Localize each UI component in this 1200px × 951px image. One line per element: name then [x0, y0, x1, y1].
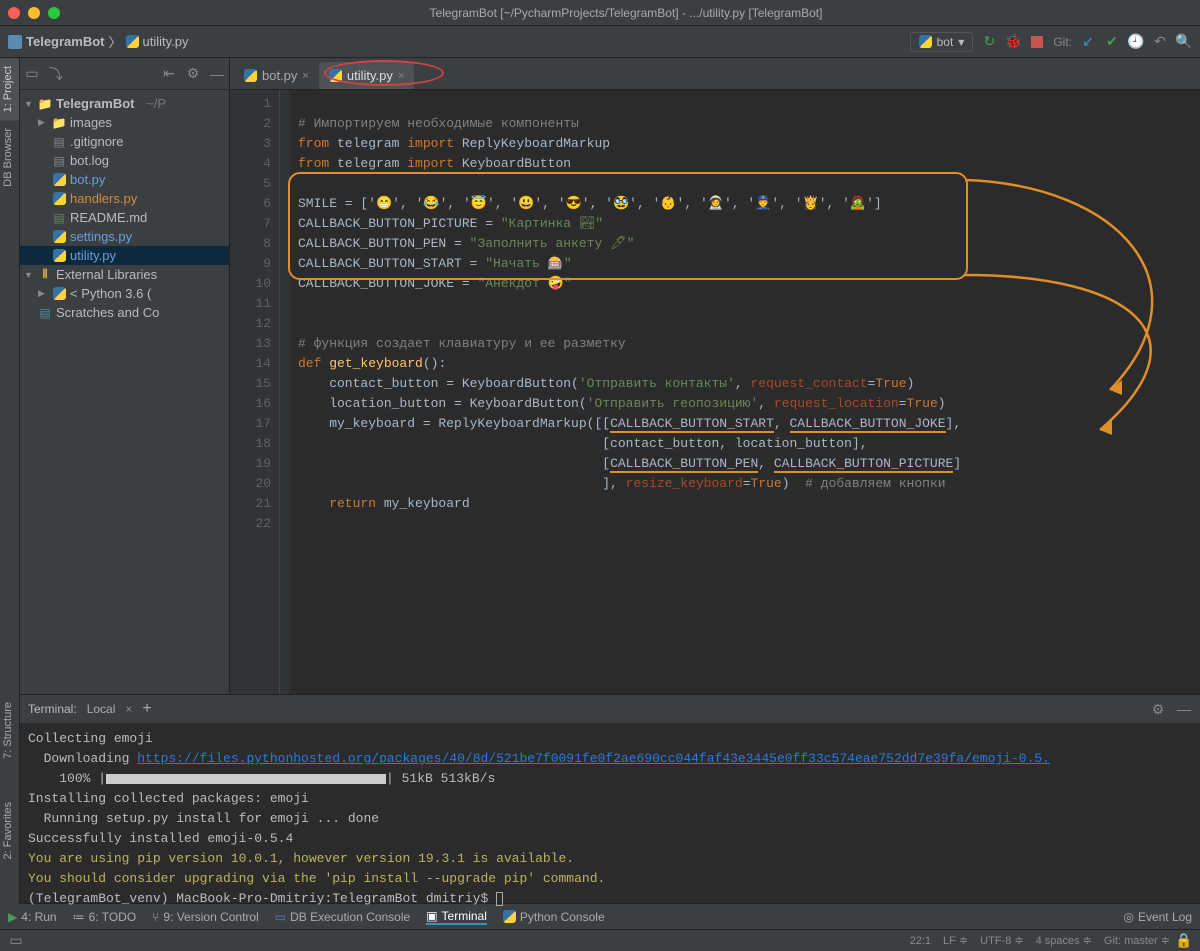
- git-label: Git:: [1053, 35, 1072, 49]
- breadcrumb-project[interactable]: TelegramBot: [26, 34, 105, 49]
- project-view-icon[interactable]: ▭: [24, 66, 40, 82]
- tree-file-gitignore[interactable]: ▤.gitignore: [20, 132, 229, 151]
- project-panel-header: ▭ ⤵ ⇤ ⚙ —: [20, 58, 229, 90]
- todo-tool-tab[interactable]: ≔6: TODO: [73, 910, 137, 924]
- favorites-tool-tab[interactable]: 2: Favorites: [0, 794, 16, 867]
- search-icon[interactable]: 🔍: [1176, 34, 1192, 50]
- debug-icon[interactable]: 🐞: [1005, 34, 1021, 50]
- python-console-tool-tab[interactable]: Python Console: [503, 910, 605, 924]
- line-numbers[interactable]: 1 2 3 4 5 6 7 8 9 10 11 12 13 14 15 16 1…: [230, 90, 280, 694]
- tree-file-readme[interactable]: ▤README.md: [20, 208, 229, 227]
- window-controls: [8, 7, 60, 19]
- window-title: TelegramBot [~/PycharmProjects/TelegramB…: [60, 6, 1192, 20]
- tree-external-libs[interactable]: ▼⫴External Libraries: [20, 265, 229, 284]
- tree-file-botlog[interactable]: ▤bot.log: [20, 151, 229, 170]
- hide-icon[interactable]: —: [1176, 701, 1192, 717]
- breadcrumb[interactable]: TelegramBot 〉 utility.py: [8, 32, 189, 51]
- titlebar: TelegramBot [~/PycharmProjects/TelegramB…: [0, 0, 1200, 26]
- tree-python-env[interactable]: ▶< Python 3.6 (: [20, 284, 229, 303]
- db-console-tool-tab[interactable]: ▭DB Execution Console: [275, 910, 410, 924]
- tool-window-tabs-left-bottom: 7: Structure 2: Favorites: [0, 694, 20, 904]
- run-tool-tab[interactable]: ▶4: Run: [8, 910, 57, 924]
- editor-tabs: bot.py× utility.py×: [230, 58, 1200, 90]
- python-icon: [919, 35, 932, 48]
- editor-area: bot.py× utility.py× 1 2 3 4 5 6 7 8 9 10…: [230, 58, 1200, 694]
- caret-position[interactable]: 22:1: [910, 935, 931, 947]
- git-update-icon[interactable]: ↙: [1080, 34, 1096, 50]
- settings-gear-icon[interactable]: ⚙: [1150, 701, 1166, 717]
- db-browser-tool-tab[interactable]: DB Browser: [0, 120, 19, 195]
- progress-bar: [106, 774, 386, 784]
- tool-window-tabs-left-top: 1: Project DB Browser: [0, 58, 20, 694]
- editor-tab-utility[interactable]: utility.py×: [319, 62, 414, 89]
- status-bar: ▭ 22:1 LF ≑ UTF-8 ≑ 4 spaces ≑ Git: mast…: [0, 929, 1200, 951]
- tree-root[interactable]: ▼📁 TelegramBot ~/P: [20, 94, 229, 113]
- python-file-icon: [126, 35, 139, 48]
- structure-tool-tab[interactable]: 7: Structure: [0, 694, 16, 767]
- terminal-output[interactable]: Collecting emoji Downloading https://fil…: [20, 723, 1200, 903]
- tree-file-utility[interactable]: utility.py: [20, 246, 229, 265]
- hide-icon[interactable]: —: [209, 66, 225, 82]
- run-icon[interactable]: ↻: [981, 34, 997, 50]
- fold-column[interactable]: [280, 90, 290, 694]
- tree-file-botpy[interactable]: bot.py: [20, 170, 229, 189]
- navigation-bar: TelegramBot 〉 utility.py bot ▾ ↻ 🐞 Git: …: [0, 26, 1200, 58]
- scroll-from-icon[interactable]: ⤵: [48, 66, 64, 82]
- new-terminal-icon[interactable]: +: [142, 700, 151, 718]
- tool-windows-icon[interactable]: ▭: [8, 933, 24, 949]
- annotation-arrow: [960, 175, 1200, 455]
- tree-folder-images[interactable]: ▶📁images: [20, 113, 229, 132]
- project-panel: ▭ ⤵ ⇤ ⚙ — ▼📁 TelegramBot ~/P ▶📁images ▤.…: [20, 58, 230, 694]
- settings-gear-icon[interactable]: ⚙: [185, 66, 201, 82]
- run-configuration-selector[interactable]: bot ▾: [910, 32, 974, 52]
- event-log-tab[interactable]: ◎Event Log: [1123, 910, 1192, 924]
- vcs-tool-tab[interactable]: ⑂9: Version Control: [152, 910, 259, 924]
- maximize-icon[interactable]: [48, 7, 60, 19]
- terminal-tab-local[interactable]: Local: [87, 702, 116, 716]
- close-icon[interactable]: ×: [398, 70, 404, 82]
- collapse-icon[interactable]: ⇤: [161, 66, 177, 82]
- cursor: [496, 892, 503, 906]
- git-commit-icon[interactable]: ✔: [1104, 34, 1120, 50]
- terminal-title: Terminal:: [28, 702, 77, 716]
- tree-file-settings[interactable]: settings.py: [20, 227, 229, 246]
- python-file-icon: [244, 69, 257, 82]
- folder-icon: [8, 35, 22, 49]
- git-branch[interactable]: Git: master ≑: [1104, 934, 1170, 947]
- python-file-icon: [329, 69, 342, 82]
- tree-file-handlers[interactable]: handlers.py: [20, 189, 229, 208]
- stop-icon[interactable]: [1029, 34, 1045, 50]
- chevron-down-icon: ▾: [958, 35, 964, 49]
- line-separator[interactable]: LF ≑: [943, 934, 968, 947]
- close-icon[interactable]: ×: [302, 70, 308, 82]
- git-revert-icon[interactable]: ↶: [1152, 34, 1168, 50]
- editor-tab-bot[interactable]: bot.py×: [234, 62, 319, 89]
- breadcrumb-file[interactable]: utility.py: [143, 34, 189, 49]
- git-history-icon[interactable]: 🕘: [1128, 34, 1144, 50]
- file-encoding[interactable]: UTF-8 ≑: [980, 934, 1023, 947]
- terminal-tool-tab[interactable]: ▣Terminal: [426, 909, 487, 925]
- minimize-icon[interactable]: [28, 7, 40, 19]
- lock-icon[interactable]: 🔒: [1176, 933, 1192, 949]
- code-editor[interactable]: # Импортируем необходимые компоненты fro…: [290, 90, 1200, 694]
- project-tree[interactable]: ▼📁 TelegramBot ~/P ▶📁images ▤.gitignore …: [20, 90, 229, 326]
- terminal-header: Terminal: Local × + ⚙ —: [20, 695, 1200, 723]
- run-config-label: bot: [937, 35, 954, 49]
- project-tool-tab[interactable]: 1: Project: [0, 58, 19, 120]
- tree-scratches[interactable]: ▤Scratches and Co: [20, 303, 229, 322]
- close-icon[interactable]: [8, 7, 20, 19]
- indent-settings[interactable]: 4 spaces ≑: [1036, 934, 1092, 947]
